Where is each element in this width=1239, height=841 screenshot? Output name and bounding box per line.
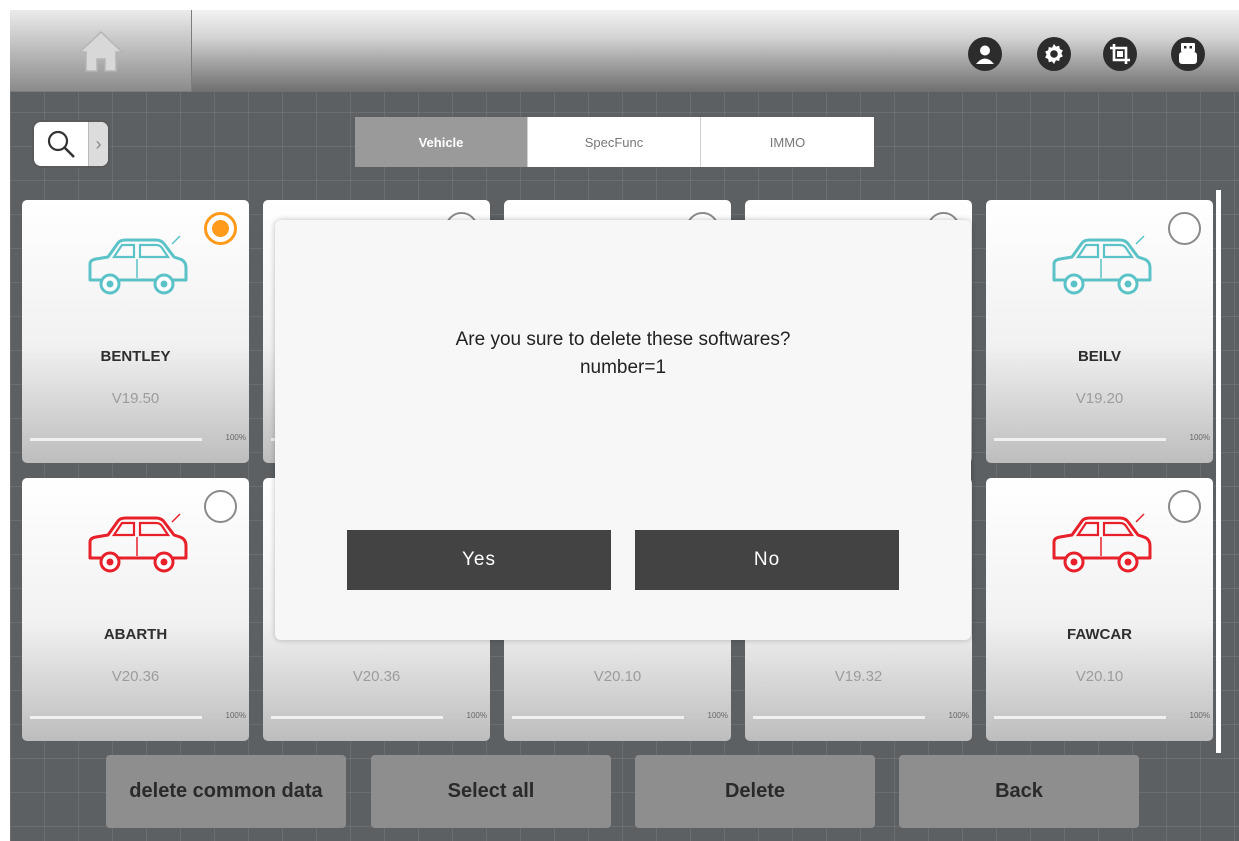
select-radio[interactable] bbox=[1168, 212, 1201, 245]
progress-percent: 100% bbox=[466, 711, 487, 720]
car-icon bbox=[82, 232, 190, 300]
progress-bar bbox=[753, 716, 925, 719]
progress-percent: 100% bbox=[948, 711, 969, 720]
car-icon bbox=[1046, 232, 1154, 300]
progress-fill bbox=[30, 716, 202, 719]
progress-percent: 100% bbox=[1189, 433, 1210, 442]
confirm-delete-dialog: Are you sure to delete these softwares? … bbox=[275, 220, 971, 640]
search-toggle-button[interactable]: › bbox=[32, 120, 110, 168]
software-card[interactable]: BEILV V19.20 100% bbox=[986, 200, 1213, 463]
yes-button[interactable]: Yes bbox=[347, 530, 611, 590]
tab-specfunc[interactable]: SpecFunc bbox=[528, 117, 701, 167]
progress-percent: 100% bbox=[225, 711, 246, 720]
user-icon[interactable] bbox=[968, 37, 1002, 71]
progress-percent: 100% bbox=[707, 711, 728, 720]
card-version: V20.10 bbox=[593, 668, 642, 685]
progress-bar bbox=[271, 716, 443, 719]
select-radio[interactable] bbox=[204, 490, 237, 523]
back-button[interactable]: Back bbox=[899, 755, 1139, 828]
card-name: BENTLEY bbox=[100, 348, 171, 365]
select-radio[interactable] bbox=[204, 212, 237, 245]
app-window: › Vehicle SpecFunc IMMO BENTLEY V19.50 100… bbox=[10, 10, 1239, 841]
progress-percent: 100% bbox=[225, 433, 246, 442]
home-icon bbox=[77, 30, 124, 72]
home-button[interactable] bbox=[10, 10, 192, 92]
card-version: V19.20 bbox=[1075, 390, 1124, 407]
tab-vehicle[interactable]: Vehicle bbox=[355, 117, 528, 167]
software-card[interactable]: BENTLEY V19.50 100% bbox=[22, 200, 249, 463]
select-radio[interactable] bbox=[1168, 490, 1201, 523]
card-version: V20.36 bbox=[111, 668, 160, 685]
select-all-button[interactable]: Select all bbox=[371, 755, 611, 828]
card-version: V19.50 bbox=[111, 390, 160, 407]
progress-fill bbox=[512, 716, 684, 719]
progress-bar bbox=[994, 438, 1166, 441]
progress-percent: 100% bbox=[1189, 711, 1210, 720]
dialog-question: Are you sure to delete these softwares? bbox=[455, 329, 791, 350]
category-tabs: Vehicle SpecFunc IMMO bbox=[355, 117, 874, 167]
usb-icon[interactable] bbox=[1171, 37, 1205, 71]
progress-bar bbox=[512, 716, 684, 719]
delete-button[interactable]: Delete bbox=[635, 755, 875, 828]
car-icon bbox=[82, 510, 190, 578]
card-name: FAWCAR bbox=[1067, 626, 1132, 643]
crop-icon[interactable] bbox=[1103, 37, 1137, 71]
card-version: V20.36 bbox=[352, 668, 401, 685]
dialog-count: number=1 bbox=[579, 357, 667, 378]
car-icon bbox=[1046, 510, 1154, 578]
progress-fill bbox=[30, 438, 202, 441]
delete-common-data-button[interactable]: delete common data bbox=[106, 755, 346, 828]
no-button[interactable]: No bbox=[635, 530, 899, 590]
card-name: ABARTH bbox=[103, 626, 168, 643]
progress-fill bbox=[271, 716, 443, 719]
card-version: V19.32 bbox=[834, 668, 883, 685]
card-name: BEILV bbox=[1077, 348, 1122, 365]
card-version: V20.10 bbox=[1075, 668, 1124, 685]
chevron-right-icon: › bbox=[88, 122, 108, 166]
gear-icon[interactable] bbox=[1037, 37, 1071, 71]
progress-fill bbox=[753, 716, 925, 719]
dialog-message: Are you sure to delete these softwares? … bbox=[275, 326, 971, 382]
software-card[interactable]: ABARTH V20.36 100% bbox=[22, 478, 249, 741]
top-bar bbox=[10, 10, 1239, 92]
progress-bar bbox=[994, 716, 1166, 719]
progress-bar bbox=[30, 438, 202, 441]
tab-immo[interactable]: IMMO bbox=[701, 117, 874, 167]
scrollbar[interactable] bbox=[1216, 190, 1221, 753]
search-icon bbox=[34, 122, 88, 166]
software-card[interactable]: FAWCAR V20.10 100% bbox=[986, 478, 1213, 741]
progress-bar bbox=[30, 716, 202, 719]
progress-fill bbox=[994, 716, 1166, 719]
progress-fill bbox=[994, 438, 1166, 441]
bottom-toolbar: delete common data Select all Delete Bac… bbox=[106, 755, 1139, 830]
